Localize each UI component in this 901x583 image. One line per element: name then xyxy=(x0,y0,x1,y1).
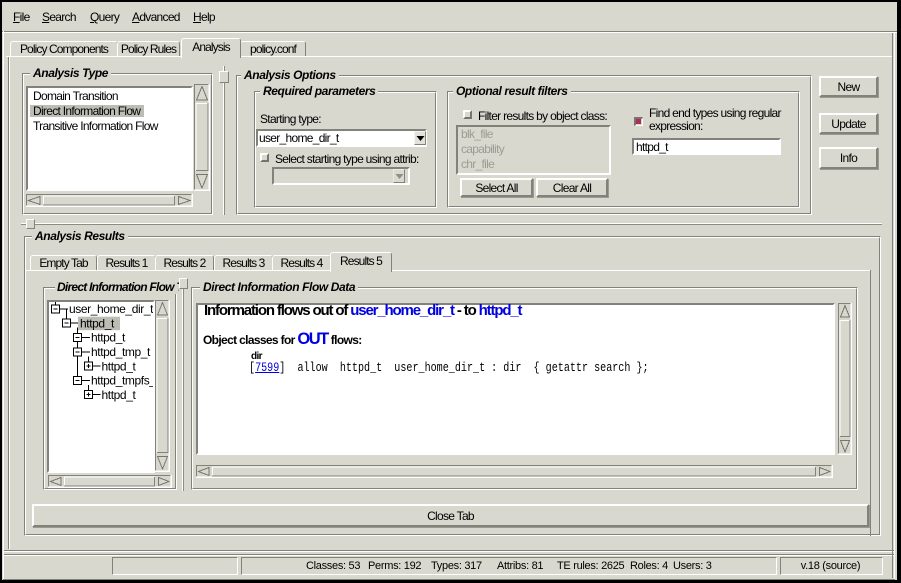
svg-text:httpd_tmpfs_t: httpd_tmpfs_t xyxy=(91,374,153,388)
svg-text:httpd_tmp_t: httpd_tmp_t xyxy=(91,345,151,359)
svg-text:user_home_dir_t: user_home_dir_t xyxy=(69,302,153,316)
svg-text:httpd_t: httpd_t xyxy=(102,359,137,373)
svg-text:httpd_t: httpd_t xyxy=(102,388,137,402)
svg-text:httpd_t: httpd_t xyxy=(80,316,115,330)
svg-text:httpd_t: httpd_t xyxy=(91,331,126,345)
